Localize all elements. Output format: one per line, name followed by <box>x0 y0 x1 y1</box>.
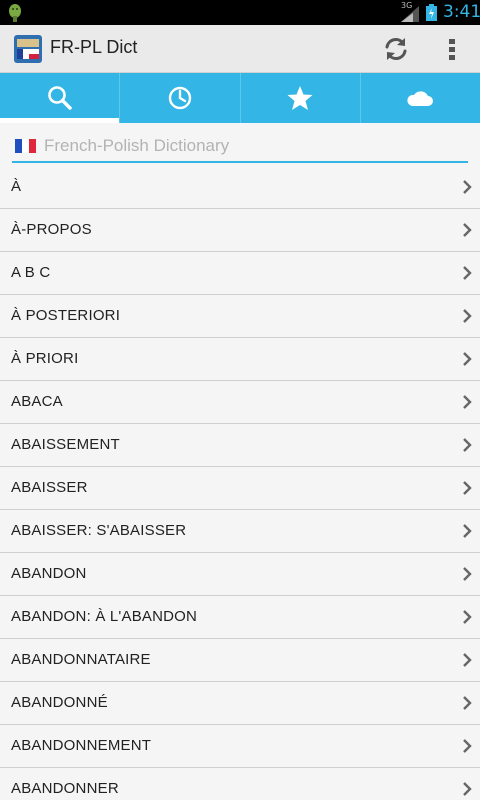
chevron-right-icon <box>463 266 472 280</box>
list-item[interactable]: À <box>0 166 480 209</box>
status-bar: 3G 3:41 <box>0 0 480 25</box>
list-item-label: À-PROPOS <box>11 221 92 238</box>
android-icon <box>9 4 21 22</box>
star-icon <box>287 86 313 110</box>
refresh-button[interactable] <box>380 33 412 65</box>
list-item-label: À PRIORI <box>11 350 79 367</box>
list-item-label: À POSTERIORI <box>11 307 121 324</box>
chevron-right-icon <box>463 739 472 753</box>
app-title: FR-PL Dict <box>50 37 138 57</box>
chevron-right-icon <box>463 180 472 194</box>
chevron-right-icon <box>463 395 472 409</box>
chevron-right-icon <box>463 567 472 581</box>
tab-cloud[interactable] <box>361 73 480 123</box>
overflow-menu-icon <box>449 39 455 60</box>
list-item[interactable]: ABAISSEMENT <box>0 424 480 467</box>
list-item[interactable]: À POSTERIORI <box>0 295 480 338</box>
chevron-right-icon <box>463 309 472 323</box>
battery-icon <box>426 4 437 21</box>
list-item[interactable]: ABACA <box>0 381 480 424</box>
list-item-label: ABANDONNER <box>11 780 119 797</box>
tab-history[interactable] <box>120 73 241 123</box>
list-item[interactable]: ABAISSER <box>0 467 480 510</box>
french-flag-icon <box>15 139 36 153</box>
tab-bar <box>0 73 480 123</box>
list-item[interactable]: ABANDONNATAIRE <box>0 639 480 682</box>
list-item[interactable]: ABANDONNÉ <box>0 682 480 725</box>
word-list: À À-PROPOS A B C À POSTERIORI À PRIORI ABACA A… <box>0 166 480 800</box>
list-item-label: ABACA <box>11 393 63 410</box>
list-item-label: ABANDONNATAIRE <box>11 651 151 668</box>
list-item[interactable]: ABANDON <box>0 553 480 596</box>
overflow-menu-button[interactable] <box>440 33 464 65</box>
chevron-right-icon <box>463 524 472 538</box>
chevron-right-icon <box>463 438 472 452</box>
list-item[interactable]: À PRIORI <box>0 338 480 381</box>
cloud-icon <box>407 91 434 106</box>
list-item[interactable]: ABAISSER: S'ABAISSER <box>0 510 480 553</box>
clock: 3:41 <box>443 2 480 22</box>
chevron-right-icon <box>463 696 472 710</box>
clock-icon <box>168 86 192 110</box>
tab-favorites[interactable] <box>241 73 361 123</box>
chevron-right-icon <box>463 782 472 796</box>
list-item-label: ABAISSEMENT <box>11 436 120 453</box>
list-item-label: A B C <box>11 264 51 281</box>
search-input[interactable] <box>44 133 464 159</box>
list-item-label: ABANDON: À L'ABANDON <box>11 608 198 625</box>
list-item-label: ABANDON <box>11 565 87 582</box>
list-item-label: ABANDONNEMENT <box>11 737 152 754</box>
list-item[interactable]: À-PROPOS <box>0 209 480 252</box>
signal-icon <box>401 6 419 22</box>
list-item[interactable]: ABANDONNEMENT <box>0 725 480 768</box>
list-item-label: ABAISSER <box>11 479 88 496</box>
chevron-right-icon <box>463 610 472 624</box>
chevron-right-icon <box>463 653 472 667</box>
list-item-label: ABANDONNÉ <box>11 694 108 711</box>
action-bar: FR-PL Dict <box>0 25 480 73</box>
search-field[interactable] <box>12 131 468 163</box>
chevron-right-icon <box>463 481 472 495</box>
app-icon[interactable] <box>14 35 42 63</box>
chevron-right-icon <box>463 223 472 237</box>
list-item-label: À <box>11 178 22 195</box>
list-item-label: ABAISSER: S'ABAISSER <box>11 522 187 539</box>
search-icon <box>47 86 72 110</box>
list-item[interactable]: ABANDONNER <box>0 768 480 800</box>
list-item[interactable]: A B C <box>0 252 480 295</box>
tab-search[interactable] <box>0 73 121 123</box>
list-item[interactable]: ABANDON: À L'ABANDON <box>0 596 480 639</box>
chevron-right-icon <box>463 352 472 366</box>
